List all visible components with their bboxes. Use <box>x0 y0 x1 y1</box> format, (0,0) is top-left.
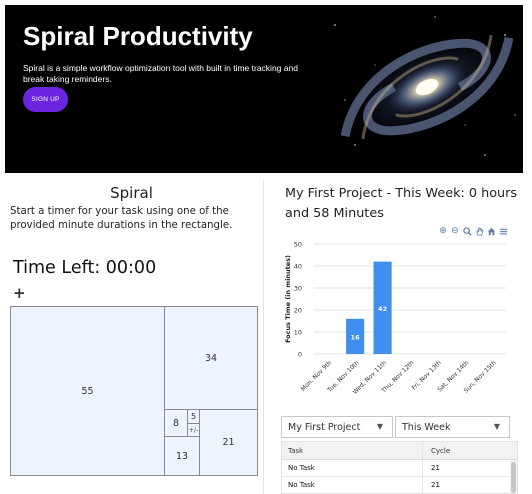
table-scrollbar[interactable] <box>510 460 517 493</box>
cycle-cell: 21 <box>422 477 512 493</box>
table-row[interactable]: No Task 21 <box>282 477 517 493</box>
project-select[interactable]: My First Project ▼ <box>281 416 393 438</box>
zoom-in-icon[interactable]: ⊕ <box>438 226 448 236</box>
menu-icon[interactable] <box>498 226 508 236</box>
project-title: My First Project - This Week: 0 hours an… <box>285 186 518 221</box>
hero-title: Spiral Productivity <box>23 21 253 51</box>
task-cell: No Task <box>288 464 315 472</box>
bar-data-label: 16 <box>351 333 361 341</box>
task-table: Task Cycle No Task 21 No Task 21 <box>281 441 518 494</box>
table-row[interactable]: No Task 21 <box>282 460 517 477</box>
y-tick-label: 20 <box>294 307 302 315</box>
signup-button[interactable]: SIGN UP <box>23 87 68 112</box>
home-reset-icon[interactable] <box>486 226 496 236</box>
task-cell: No Task <box>288 481 315 489</box>
y-tick-label: 50 <box>294 241 302 249</box>
range-select-value: This Week <box>402 421 451 433</box>
range-select[interactable]: This Week ▼ <box>395 416 510 438</box>
chevron-down-icon: ▼ <box>376 422 383 431</box>
hero-description: Spiral is a simple workflow optimization… <box>23 63 298 84</box>
chevron-down-icon: ▼ <box>493 422 500 431</box>
cycle-cell: 21 <box>422 460 512 476</box>
timer-title: Spiral <box>110 184 153 202</box>
column-header-cycle[interactable]: Cycle <box>422 442 512 459</box>
hero-banner: Spiral Productivity Spiral is a simple w… <box>5 5 523 173</box>
y-tick-label: 0 <box>298 351 302 359</box>
time-left-display: Time Left: 00:00 <box>13 258 157 278</box>
timer-instruction: Start a timer for your task using one of… <box>10 206 233 231</box>
table-header: Task Cycle <box>282 442 517 460</box>
pan-hand-icon[interactable] <box>474 226 484 236</box>
y-tick-label: 40 <box>294 263 302 271</box>
selection-zoom-icon[interactable] <box>462 226 472 236</box>
zoom-out-icon[interactable]: ⊖ <box>450 226 460 236</box>
scrollbar-thumb[interactable] <box>511 462 516 493</box>
bar-data-label: 42 <box>378 305 387 313</box>
y-tick-label: 30 <box>294 285 302 293</box>
timer-box-8[interactable]: 8 <box>164 409 188 437</box>
focus-time-chart: 01020304050Focus Time (in minutes)Mon, N… <box>284 241 506 396</box>
project-select-value: My First Project <box>288 421 361 433</box>
column-header-task[interactable]: Task <box>282 447 422 455</box>
timer-box-21[interactable]: 21 <box>199 409 258 476</box>
timer-box-34[interactable]: 34 <box>164 306 258 410</box>
panel-divider <box>263 180 264 494</box>
y-tick-label: 10 <box>294 329 302 337</box>
add-task-button[interactable]: + <box>13 284 26 302</box>
galaxy-image <box>334 16 520 156</box>
y-axis-label: Focus Time (in minutes) <box>284 255 292 343</box>
timer-box-55[interactable]: 55 <box>10 306 165 476</box>
timer-box-13[interactable]: 13 <box>164 436 200 476</box>
